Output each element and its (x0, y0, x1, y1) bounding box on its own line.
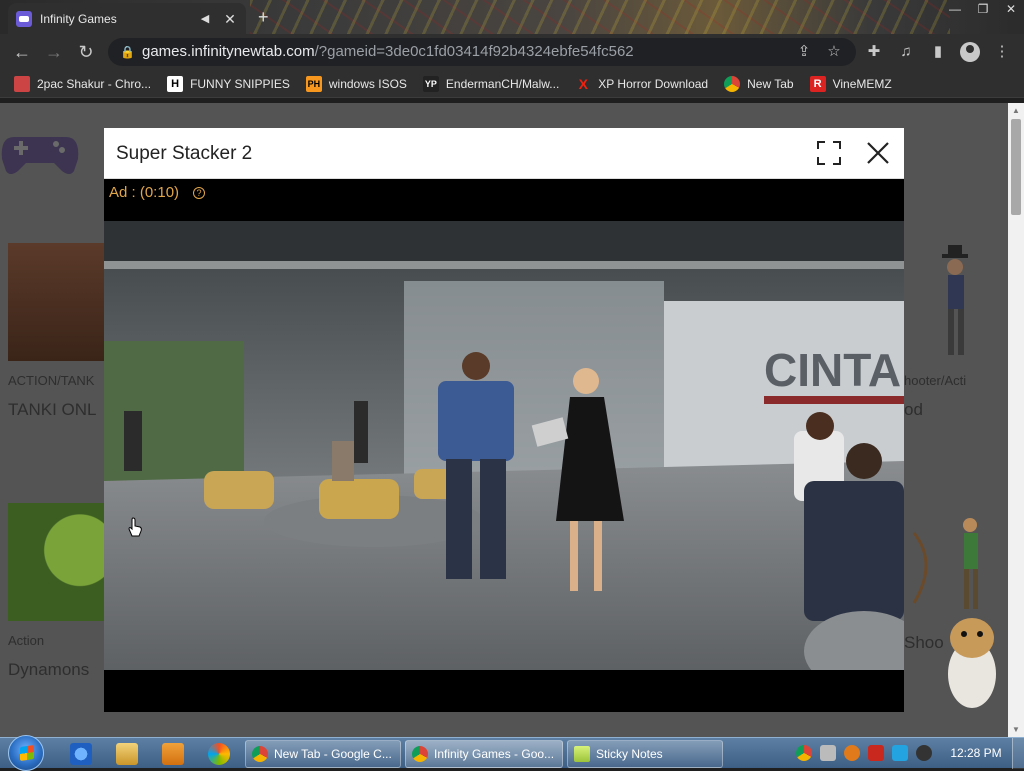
side-panel-icon[interactable]: ▮ (928, 42, 948, 62)
task-infinity-games-chrome[interactable]: Infinity Games - Goo... (405, 740, 563, 768)
start-orb-icon[interactable] (8, 735, 44, 771)
scroll-down-icon[interactable]: ▼ (1012, 725, 1020, 734)
bookmark-star-icon[interactable]: ☆ (824, 42, 844, 62)
hamster-cursor-sprite (948, 618, 996, 708)
x-logo-icon: X (578, 75, 588, 92)
archer-figure-icon (912, 518, 978, 609)
minimize-icon[interactable]: — (948, 0, 962, 18)
forward-icon[interactable]: → (44, 42, 64, 62)
game-thumbnail (904, 243, 1000, 361)
sticky-notes-icon (574, 746, 590, 762)
yp-logo-icon: YP (422, 75, 439, 92)
tray-flag-icon[interactable] (868, 745, 884, 761)
tray-app-icon[interactable] (820, 745, 836, 761)
ad-timer-text: Ad : (0:10) (109, 184, 180, 201)
tray-search-icon[interactable] (844, 745, 860, 761)
task-label: Infinity Games - Goo... (434, 747, 555, 761)
share-icon[interactable]: ⇪ (794, 42, 814, 62)
url-path: /?gameid=3de0c1fd03414f92b4324ebfe54fc56… (314, 43, 634, 60)
show-desktop-button[interactable] (1012, 738, 1024, 769)
file-explorer-icon[interactable] (116, 743, 138, 765)
clock[interactable]: 12:28 PM (948, 738, 1004, 769)
scroll-up-icon[interactable]: ▲ (1012, 106, 1020, 115)
tray-chrome-icon[interactable] (796, 745, 812, 761)
modal-header: Super Stacker 2 (104, 128, 904, 179)
bookmarks-bar: 2pac Shakur - Chro... H FUNNY SNIPPIES P… (0, 70, 1024, 98)
bookmark-item[interactable]: 2pac Shakur - Chro... (14, 75, 152, 92)
tab-infinity-games[interactable]: Infinity Games ◀︎ ✕ (8, 3, 246, 34)
task-new-tab-chrome[interactable]: New Tab - Google C... (245, 740, 401, 768)
tray-network-icon[interactable] (892, 745, 908, 761)
fullscreen-icon[interactable] (816, 140, 842, 166)
tab-strip: Infinity Games ◀︎ ✕ + — ❐ ✕ (0, 0, 1024, 34)
ph-logo-icon: PH (305, 75, 322, 92)
tray-volume-icon[interactable] (916, 745, 932, 761)
page-scrollbar[interactable]: ▲ ▼ (1008, 103, 1024, 737)
browser-toolbar: ← → ↻ 🔒 games.infinitynewtab.com/?gameid… (0, 34, 1024, 70)
internet-explorer-icon[interactable] (70, 743, 92, 765)
extensions-icon[interactable]: ✚ (864, 42, 884, 62)
ad-countdown: Ad : (0:10)? (104, 179, 904, 207)
task-label: Sticky Notes (596, 747, 663, 761)
game-thumbnail (904, 503, 1000, 621)
bookmark-label: New Tab (747, 76, 794, 91)
bookmark-icon (14, 75, 30, 92)
bookmark-item[interactable]: YP EndermanCH/Malw... (422, 75, 560, 92)
gamepad-logo-icon (1, 137, 79, 174)
chrome-icon (412, 746, 428, 762)
task-sticky-notes[interactable]: Sticky Notes (567, 740, 723, 768)
profile-avatar-icon[interactable] (960, 42, 980, 62)
close-icon[interactable] (865, 140, 891, 166)
address-bar[interactable]: 🔒 games.infinitynewtab.com/?gameid=3de0c… (108, 38, 856, 66)
help-icon[interactable]: ? (193, 187, 206, 199)
game-modal: Super Stacker 2 Ad : (0:10)? CINTA (104, 128, 904, 712)
chrome-icon (724, 75, 741, 92)
h-logo-icon: H (167, 75, 184, 92)
modal-title: Super Stacker 2 (116, 143, 253, 164)
cintas-sign: CINTA (764, 344, 901, 396)
chrome-icon (252, 746, 268, 762)
back-icon[interactable]: ← (12, 42, 32, 62)
bookmark-label: EndermanCH/Malw... (445, 76, 560, 91)
media-control-icon[interactable]: ♫ (896, 42, 916, 62)
task-label: New Tab - Google C... (274, 747, 392, 761)
url-host: games.infinitynewtab.com (142, 43, 315, 60)
new-tab-button[interactable]: + (258, 8, 269, 26)
bookmark-label: XP Horror Download (598, 76, 709, 91)
media-player-icon[interactable] (162, 743, 184, 765)
windows-taskbar: New Tab - Google C... Infinity Games - G… (0, 735, 1024, 771)
restore-icon[interactable]: ❐ (976, 0, 990, 18)
reload-icon[interactable]: ↻ (76, 42, 96, 62)
window-controls: — ❐ ✕ (948, 0, 1018, 18)
video-letterbox (104, 670, 904, 712)
theme-background (250, 0, 950, 34)
bookmark-item[interactable]: H FUNNY SNIPPIES (167, 75, 290, 92)
bookmark-item[interactable]: PH windows ISOS (305, 75, 407, 92)
close-tab-icon[interactable]: ✕ (222, 11, 238, 27)
bookmark-item[interactable]: X XP Horror Download (575, 75, 709, 92)
ad-video[interactable]: CINTA (104, 221, 904, 670)
bookmark-item[interactable]: New Tab (724, 75, 794, 92)
r-logo-icon: R (809, 75, 826, 92)
scrollbar-thumb[interactable] (1011, 119, 1021, 215)
gamepad-icon (16, 10, 32, 27)
bookmark-item[interactable]: R VineMEMZ (809, 75, 892, 92)
game-card[interactable]: hooter/Acti od (904, 243, 1000, 420)
game-category: hooter/Acti (904, 373, 967, 388)
character-figure-icon (942, 245, 968, 355)
close-window-icon[interactable]: ✕ (1004, 0, 1018, 18)
bookmark-label: windows ISOS (328, 76, 407, 91)
game-name: od (904, 400, 923, 419)
hand-cursor-icon (128, 517, 142, 537)
tab-title: Infinity Games (40, 11, 117, 26)
bookmark-label: 2pac Shakur - Chro... (37, 76, 152, 91)
menu-kebab-icon[interactable]: ⋮ (992, 42, 1012, 62)
lock-icon[interactable]: 🔒 (120, 38, 135, 66)
speaker-mute-icon[interactable]: ◀︎ (198, 12, 212, 26)
bookmark-label: VineMEMZ (832, 76, 892, 91)
bookmark-label: FUNNY SNIPPIES (190, 76, 290, 91)
video-frame-lobby-scene: CINTA (104, 221, 904, 670)
app-swirl-icon[interactable] (208, 743, 230, 765)
